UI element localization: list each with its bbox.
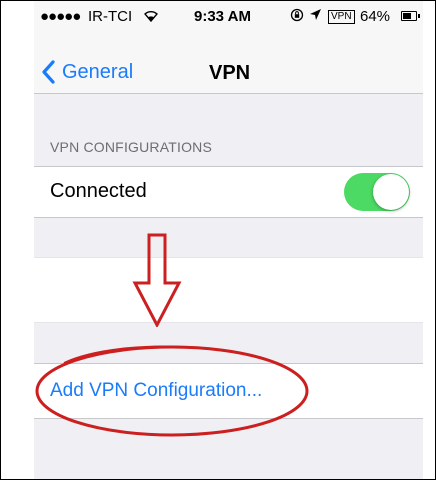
- battery-icon: [401, 11, 420, 21]
- battery-level-fill: [403, 13, 411, 19]
- back-button[interactable]: General: [38, 57, 133, 87]
- vpn-status-row: Connected: [34, 166, 423, 218]
- vpn-status-label: Connected: [50, 180, 147, 202]
- battery-percentage: 64%: [360, 8, 391, 25]
- navigation-bar: General VPN: [34, 29, 423, 94]
- battery-tip: [418, 14, 420, 18]
- orientation-lock-icon: [290, 8, 304, 26]
- blurred-configuration-row[interactable]: [34, 257, 423, 323]
- wifi-icon: [143, 8, 159, 26]
- toggle-knob: [373, 174, 409, 210]
- signal-strength-icon: ●●●●●: [40, 8, 81, 25]
- screenshot-frame: ●●●●● IR-TCI 9:33 AM VPN 64% General VPN…: [0, 0, 436, 480]
- back-button-label: General: [62, 60, 134, 83]
- ios-screen: ●●●●● IR-TCI 9:33 AM VPN 64% General VPN…: [34, 1, 423, 479]
- page-title: VPN: [209, 62, 251, 84]
- vpn-badge: VPN: [328, 10, 355, 24]
- status-bar: ●●●●● IR-TCI 9:33 AM VPN 64%: [34, 1, 423, 29]
- chevron-left-icon: [42, 60, 55, 84]
- highlight-ellipse-annotation: [35, 345, 309, 437]
- vpn-toggle-switch[interactable]: [344, 173, 410, 211]
- clock-time: 9:33 AM: [194, 8, 251, 25]
- down-arrow-annotation: [132, 233, 182, 327]
- location-arrow-icon: [309, 8, 322, 25]
- section-header: VPN CONFIGURATIONS: [50, 139, 213, 155]
- carrier-name: IR-TCI: [88, 8, 133, 25]
